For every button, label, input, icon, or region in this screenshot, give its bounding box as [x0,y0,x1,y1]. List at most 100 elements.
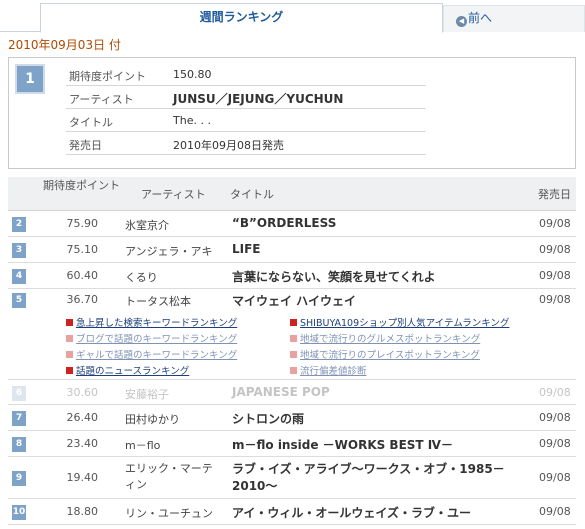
link-trend-diagnosis[interactable]: 流行偏差値診断 [290,363,367,377]
prev-label: 前へ [468,11,493,25]
header-artist: アーティスト [141,188,206,201]
featured-row-artist: アーティスト JUNSU／JEJUNG／YUCHUN [66,87,426,109]
link-label: ブログで話題のキーワードランキング [76,334,238,345]
link-label: ギャルで話題のキーワードランキング [76,350,238,361]
featured-key: アーティスト [69,93,134,106]
keyword-links: 急上昇した検索キーワードランキング ブログで話題のキーワードランキング ギャルで… [8,311,576,377]
table-row[interactable]: 5 36.70 トータス松本 マイウェイ ハイウェイ 09/08 [8,289,576,311]
ranking-date: 2010年09月03日 付 [8,38,121,52]
row-release: 09/08 [539,471,571,484]
link-trending-search[interactable]: 急上昇した検索キーワードランキング [66,315,237,329]
link-label: 流行偏差値診断 [300,366,367,377]
row-artist: リン・ユーチュン [125,507,213,520]
row-title: m－flo inside －WORKS BEST Ⅳ－ [232,438,453,452]
row-title: LIFE [232,242,261,256]
bullet-icon [290,335,297,342]
bullet-icon [290,351,297,358]
rank-badge: 8 [12,437,26,452]
row-points: 26.40 [66,411,99,424]
tab-weekly-ranking[interactable]: 週間ランキング [40,3,443,33]
row-artist: エリック・マーティン [125,462,213,491]
table-row[interactable]: 7 26.40 田村ゆかり シトロンの雨 09/08 [8,405,576,431]
link-gal-keywords[interactable]: ギャルで話題のキーワードランキング [66,347,237,361]
header-points: 期待度ポイント [43,179,120,192]
bullet-icon [66,335,73,342]
row-points: 60.40 [66,269,99,282]
link-label: 話題のニュースランキング [76,366,190,377]
row-release: 09/08 [539,293,571,306]
link-label: 地域で流行りのプレイスポットランキング [300,350,480,361]
tab-bar: 週間ランキング ◀ 前へ [0,0,585,33]
rank-badge: 1 [15,64,45,94]
row-title: 言葉にならない、笑顔を見せてくれよ [232,270,436,284]
row-points: 19.40 [66,471,99,484]
rank-badge: 7 [12,411,26,426]
featured-value: 150.80 [173,68,212,81]
row-points: 18.80 [66,505,99,518]
link-news-ranking[interactable]: 話題のニュースランキング [66,363,189,377]
featured-key: 期待度ポイント [69,70,146,83]
bullet-icon [66,319,73,326]
featured-key: タイトル [69,116,113,129]
row-release: 09/08 [539,243,571,256]
table-row[interactable]: 10 18.80 リン・ユーチュン アイ・ウィル・オールウェイズ・ラブ・ユー 0… [8,499,576,525]
rank-badge: 9 [12,471,26,486]
row-title: シトロンの雨 [232,412,305,426]
featured-entry: 1 期待度ポイント 150.80 アーティスト JUNSU／JEJUNG／YUC… [8,57,576,169]
bullet-icon [66,351,73,358]
row-release: 09/08 [539,411,571,424]
row-title: JAPANESE POP [232,385,330,399]
bullet-icon [290,367,297,374]
featured-row-points: 期待度ポイント 150.80 [66,64,426,86]
table-row[interactable]: 2 75.90 氷室京介 “B”ORDERLESS 09/08 [8,211,576,237]
row-points: 36.70 [66,293,99,306]
featured-row-release: 発売日 2010年09月08日発売 [66,133,426,155]
link-play-spots[interactable]: 地域で流行りのプレイスポットランキング [290,347,480,361]
row-artist: 田村ゆかり [125,413,180,426]
row-points: 75.10 [66,243,99,256]
featured-artist: JUNSU／JEJUNG／YUCHUN [173,92,344,106]
header-release: 発売日 [538,188,571,201]
table-row[interactable]: 8 23.40 m－flo m－flo inside －WORKS BEST Ⅳ… [8,431,576,457]
link-label: SHIBUYA109ショップ別人気アイテムランキング [300,318,510,329]
bullet-icon [66,367,73,374]
featured-title: The. . . [173,114,211,127]
table-header: 期待度ポイント アーティスト タイトル 発売日 [8,177,576,211]
table-row[interactable]: 4 60.40 くるり 言葉にならない、笑顔を見せてくれよ 09/08 [8,263,576,289]
row-artist: 氷室京介 [125,219,169,232]
row-artist: 安藤裕子 [125,388,169,401]
prev-button[interactable]: ◀ 前へ [443,5,585,32]
row-artist: アンジェラ・アキ [125,245,213,258]
link-blog-keywords[interactable]: ブログで話題のキーワードランキング [66,331,237,345]
link-label: 急上昇した検索キーワードランキング [76,318,238,329]
table-row[interactable]: 3 75.10 アンジェラ・アキ LIFE 09/08 [8,237,576,263]
link-shibuya109[interactable]: SHIBUYA109ショップ別人気アイテムランキング [290,315,509,329]
row-points: 23.40 [66,437,99,450]
table-row[interactable]: 9 19.40 エリック・マーティン ラブ・イズ・アライブ～ワークス・オブ・19… [8,457,576,499]
circle-left-arrow-icon: ◀ [456,16,467,27]
row-points: 30.60 [66,386,99,399]
row-artist: くるり [125,271,158,284]
row-title: アイ・ウィル・オールウェイズ・ラブ・ユー [232,506,472,520]
bullet-icon [290,319,297,326]
rank-badge: 2 [12,217,26,232]
featured-row-title: タイトル The. . . [66,110,426,132]
table-row[interactable]: 6 30.60 安藤裕子 JAPANESE POP 09/08 [8,379,576,405]
rank-badge: 4 [12,269,26,284]
featured-release: 2010年09月08日発売 [173,139,284,152]
row-title: “B”ORDERLESS [232,216,337,230]
header-title: タイトル [230,188,274,201]
row-release: 09/08 [539,505,571,518]
row-points: 75.90 [66,217,99,230]
featured-key: 発売日 [69,139,102,152]
row-artist: m－flo [125,439,161,452]
row-title: マイウェイ ハイウェイ [232,294,356,308]
rank-badge: 3 [12,243,26,258]
row-release: 09/08 [539,386,571,399]
link-label: 地域で流行りのグルメスポットランキング [300,334,481,345]
rank-badge: 5 [12,293,26,308]
link-gourmet-spots[interactable]: 地域で流行りのグルメスポットランキング [290,331,480,345]
row-release: 09/08 [539,269,571,282]
rank-badge: 6 [12,386,26,401]
rank-badge: 10 [12,505,26,520]
